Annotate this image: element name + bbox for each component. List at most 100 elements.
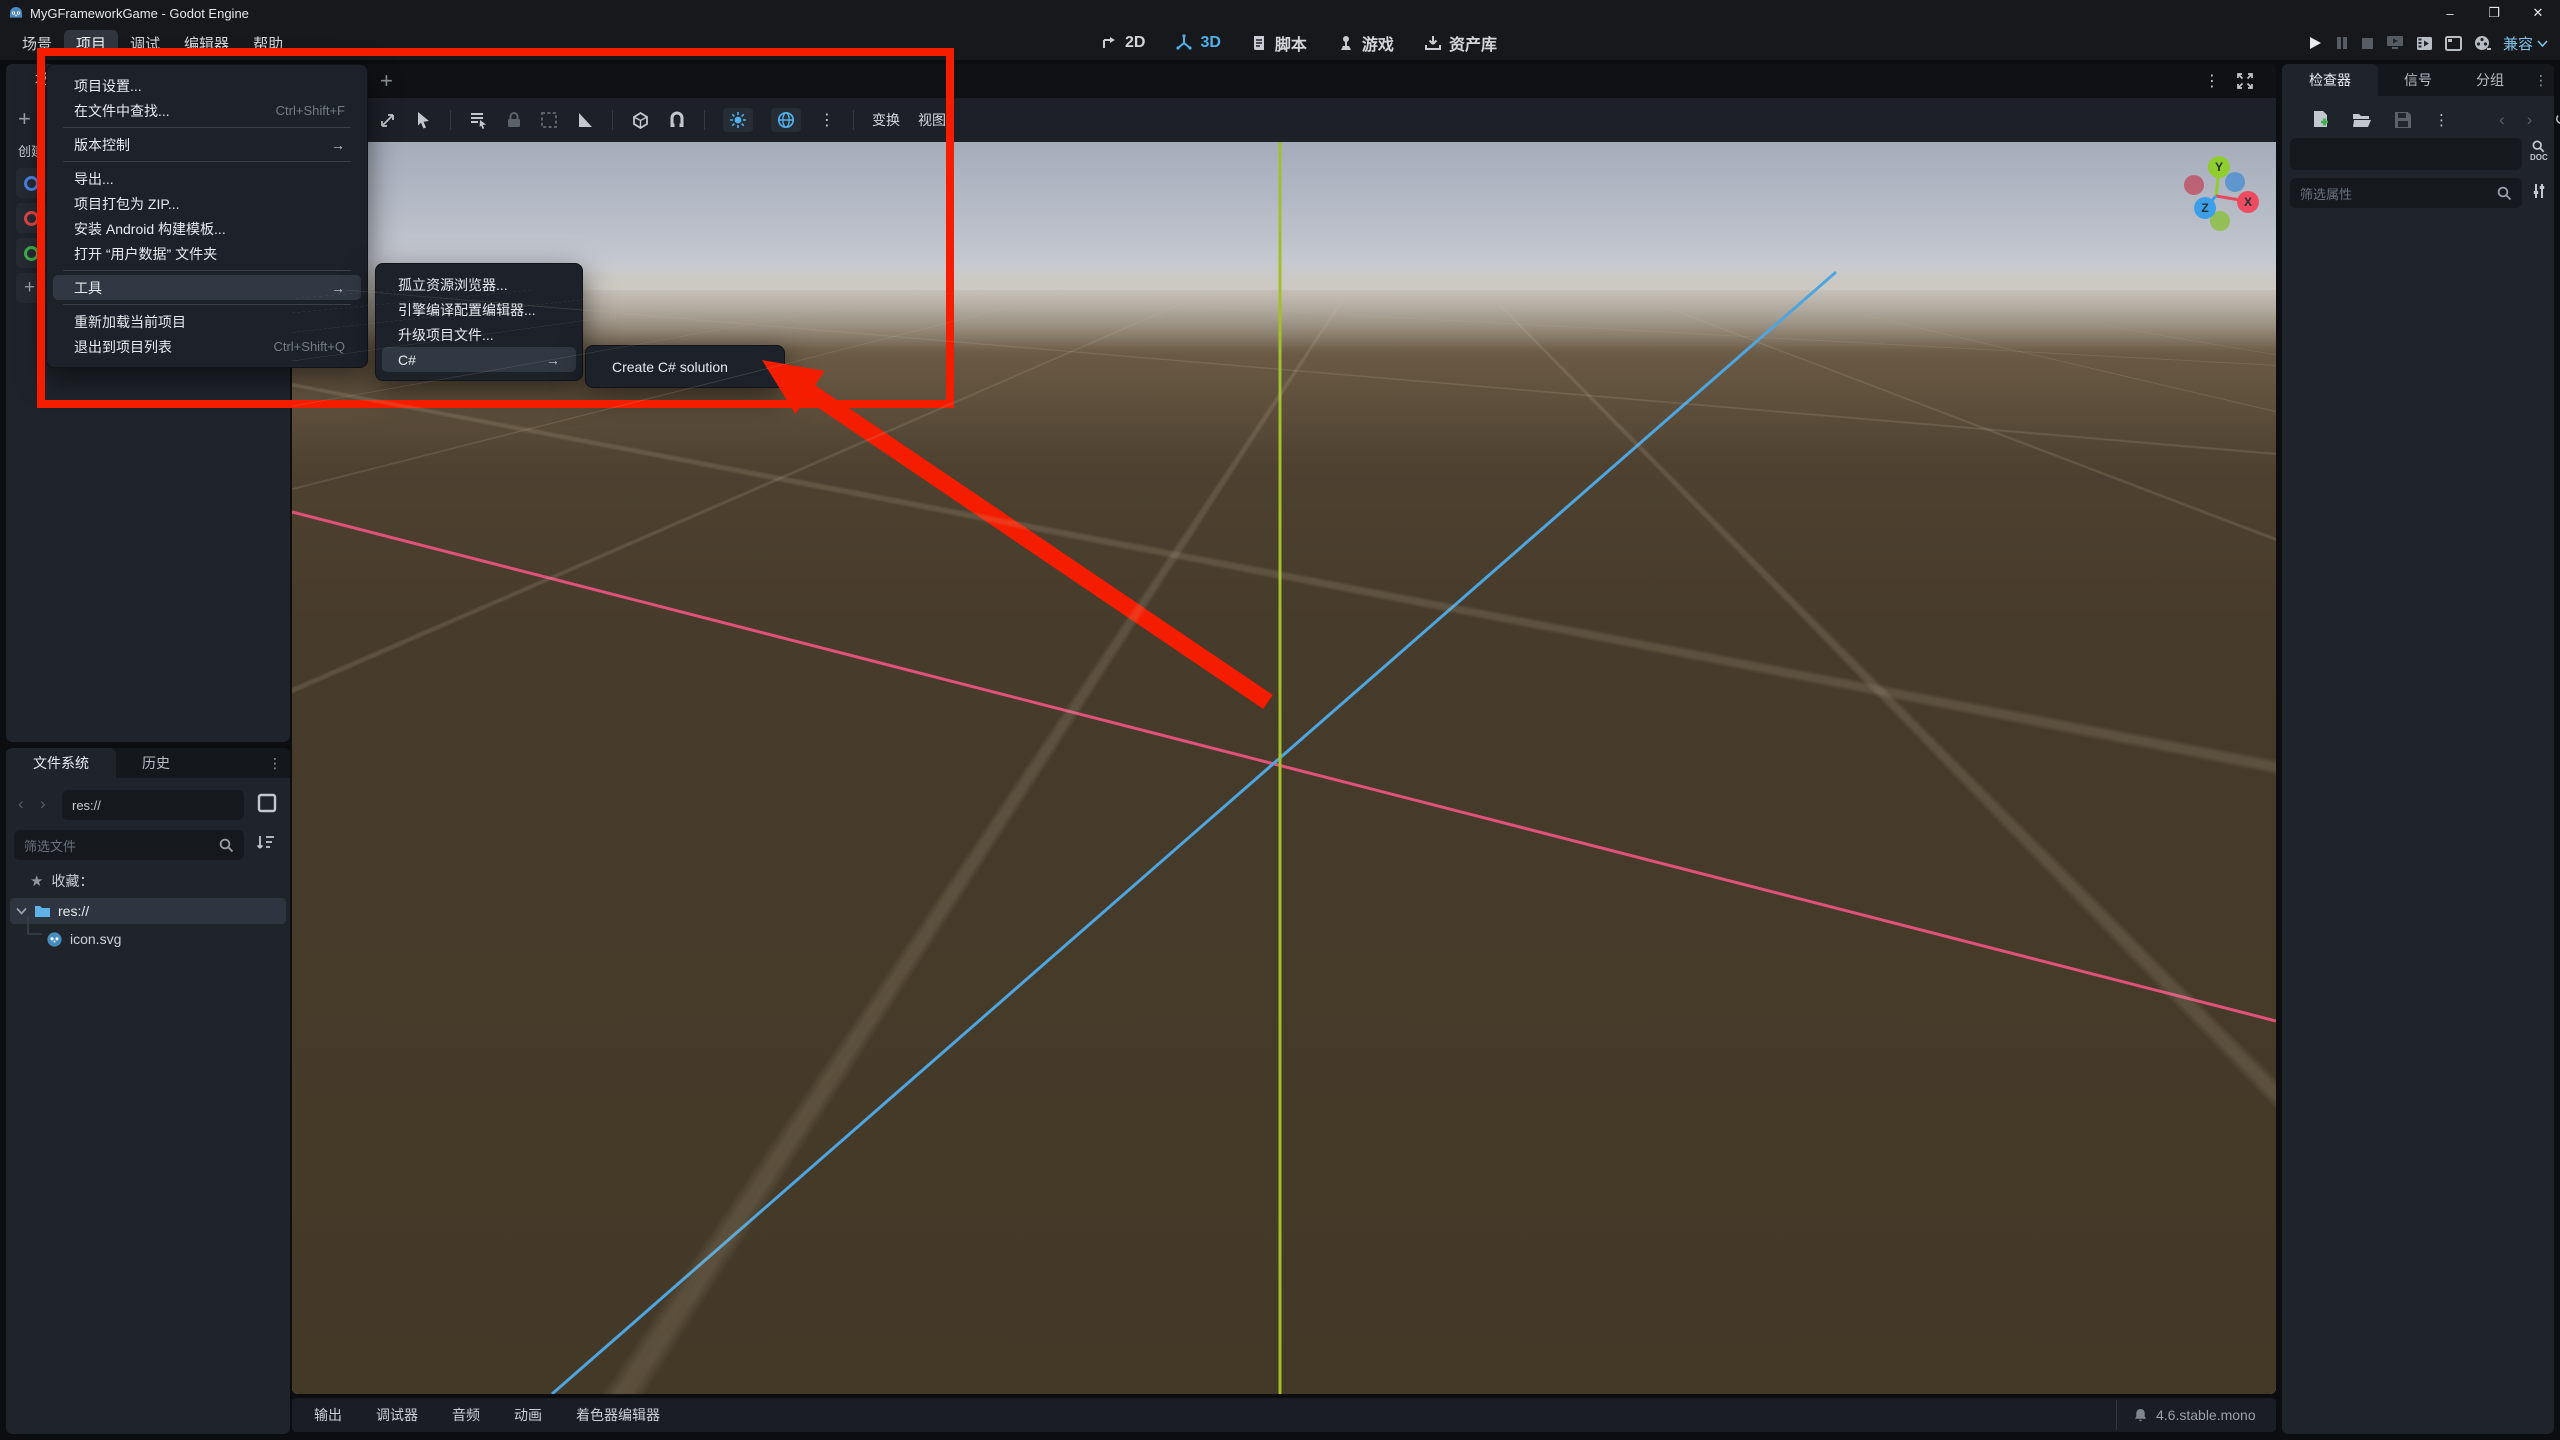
- property-tools-icon[interactable]: [2530, 182, 2548, 200]
- movie-frame-button[interactable]: [2444, 35, 2462, 51]
- neg-x-ball[interactable]: [2184, 175, 2204, 195]
- tab-2d[interactable]: 2D: [1100, 34, 1145, 52]
- filter-files-input[interactable]: 筛选文件: [14, 830, 244, 860]
- menubar-item[interactable]: 编辑器: [172, 30, 241, 56]
- history-back-icon[interactable]: ‹: [2499, 110, 2505, 130]
- dock-options-icon[interactable]: ⋮: [266, 748, 284, 778]
- notification-bell-icon[interactable]: [2133, 1408, 2148, 1423]
- nav-forward-icon[interactable]: ›: [40, 794, 46, 814]
- history-forward-icon[interactable]: ›: [2527, 110, 2533, 130]
- tab-history[interactable]: 历史: [124, 748, 188, 778]
- tab-signals[interactable]: 信号: [2386, 64, 2450, 96]
- bottom-panel-button[interactable]: 动画: [514, 1405, 542, 1425]
- tab-assetlib[interactable]: 资产库: [1424, 31, 1497, 55]
- lock-icon[interactable]: [506, 111, 522, 129]
- tools-submenu-item[interactable]: 升级项目文件... →: [382, 322, 576, 347]
- project-menu-item[interactable]: 退出到项目列表 Ctrl+Shift+Q →: [53, 334, 361, 359]
- tab-script[interactable]: 脚本: [1251, 31, 1307, 55]
- filter-properties-input[interactable]: 筛选属性: [2290, 178, 2522, 208]
- submenu-arrow-icon: →: [546, 351, 560, 368]
- save-icon[interactable]: [2394, 111, 2412, 129]
- neg-z-ball[interactable]: [2225, 172, 2245, 192]
- project-menu-item[interactable]: 在文件中查找... Ctrl+Shift+F →: [53, 98, 361, 123]
- project-menu-item[interactable]: 项目打包为 ZIP... →: [53, 191, 361, 216]
- bottom-panel-button[interactable]: 调试器: [376, 1405, 418, 1425]
- movie-reel-button[interactable]: [2474, 35, 2491, 52]
- project-menu-item[interactable]: 工具 →: [53, 275, 361, 300]
- resource-options-icon[interactable]: ⋮: [2434, 111, 2449, 129]
- select-mode-icon[interactable]: [415, 111, 432, 129]
- fullscreen-icon[interactable]: [2236, 72, 2254, 90]
- path-field[interactable]: res://: [62, 790, 244, 820]
- viewport-options-icon[interactable]: ⋮: [2204, 71, 2220, 91]
- renderer-select[interactable]: 兼容: [2503, 33, 2548, 54]
- menubar-item[interactable]: 项目: [64, 30, 119, 56]
- scene-tab-strip: + ⋮: [292, 64, 2276, 98]
- object-history-icon[interactable]: ↺: [2554, 110, 2560, 130]
- project-menu-item[interactable]: 版本控制 →: [53, 132, 361, 157]
- bottom-panel-button[interactable]: 输出: [314, 1405, 342, 1425]
- tree-row-res-root[interactable]: res://: [10, 898, 286, 924]
- node-name-bar[interactable]: [2290, 138, 2522, 170]
- snap-object-icon[interactable]: [631, 111, 650, 130]
- preview-environment-toggle[interactable]: [771, 108, 801, 132]
- tab-game[interactable]: 游戏: [1337, 31, 1394, 55]
- menubar-item[interactable]: 场景: [10, 30, 64, 56]
- z-axis-line: [551, 270, 1837, 1394]
- tab-3d[interactable]: 3D: [1175, 34, 1221, 52]
- project-menu: 项目设置... → 在文件中查找... Ctrl+Shift+F → → 版本控…: [46, 64, 368, 368]
- add-node-icon[interactable]: +: [18, 106, 31, 132]
- transform-menu[interactable]: 变换: [872, 110, 900, 130]
- csharp-submenu: Create C# solution: [585, 345, 785, 388]
- remote-debug-button[interactable]: [2386, 35, 2404, 51]
- doc-search-icon[interactable]: DOC: [2530, 140, 2548, 162]
- load-resource-icon[interactable]: [2352, 112, 2372, 128]
- tools-submenu-item[interactable]: 孤立资源浏览器... →: [382, 272, 576, 297]
- viewport-3d[interactable]: Y X Z: [292, 142, 2276, 1394]
- tab-filesystem[interactable]: 文件系统: [6, 748, 116, 778]
- close-button[interactable]: ✕: [2516, 0, 2560, 26]
- tab-inspector[interactable]: 检查器: [2282, 64, 2378, 96]
- scale-mode-icon[interactable]: [378, 111, 397, 130]
- new-resource-icon[interactable]: [2312, 110, 2330, 130]
- view-menu[interactable]: 视图: [918, 110, 946, 130]
- extra-options-icon[interactable]: ⋮: [819, 110, 835, 130]
- bottom-panel-button[interactable]: 着色器编辑器: [576, 1405, 660, 1425]
- group-icon[interactable]: [540, 111, 558, 129]
- magnet-icon[interactable]: [668, 111, 686, 129]
- nav-back-icon[interactable]: ‹: [18, 794, 24, 814]
- ruler-icon[interactable]: [576, 111, 594, 129]
- inspector-dock: 检查器 信号 分组 ⋮ ⋮ ‹ › ↺ DOC 筛选属性: [2282, 64, 2560, 1434]
- menubar-item[interactable]: 帮助: [241, 30, 295, 56]
- project-menu-item[interactable]: →: [63, 127, 351, 128]
- menubar-item[interactable]: 调试: [118, 30, 172, 56]
- add-scene-tab-icon[interactable]: +: [380, 68, 393, 94]
- project-menu-item[interactable]: 导出... →: [53, 166, 361, 191]
- tools-submenu-item[interactable]: C# →: [382, 347, 576, 372]
- csharp-submenu-item[interactable]: Create C# solution: [592, 354, 778, 379]
- view-axis-gizmo[interactable]: Y X Z: [2172, 150, 2272, 245]
- tab-groups[interactable]: 分组: [2458, 64, 2522, 96]
- minimize-button[interactable]: –: [2428, 0, 2472, 26]
- bottom-panel-button[interactable]: 音频: [452, 1405, 480, 1425]
- tree-row-icon-svg[interactable]: icon.svg: [10, 916, 286, 952]
- sort-files-icon[interactable]: [256, 832, 276, 852]
- project-menu-item[interactable]: 项目设置... →: [53, 73, 361, 98]
- pause-button[interactable]: [2335, 36, 2349, 50]
- project-menu-item[interactable]: →: [63, 270, 351, 271]
- project-menu-item[interactable]: →: [63, 304, 351, 305]
- preview-sunlight-toggle[interactable]: [723, 108, 753, 132]
- split-view-icon[interactable]: [256, 792, 278, 814]
- maximize-button[interactable]: ❐: [2472, 0, 2516, 26]
- movie-play-button[interactable]: [2416, 36, 2433, 51]
- dock-options-icon[interactable]: ⋮: [2532, 64, 2550, 96]
- list-select-icon[interactable]: [469, 111, 488, 130]
- run-bar: 兼容: [2307, 26, 2556, 60]
- project-menu-item[interactable]: →: [63, 161, 351, 162]
- project-menu-item[interactable]: 重新加载当前项目 →: [53, 309, 361, 334]
- project-menu-item[interactable]: 安装 Android 构建模板... →: [53, 216, 361, 241]
- stop-button[interactable]: [2361, 37, 2374, 50]
- play-button[interactable]: [2307, 35, 2323, 51]
- project-menu-item[interactable]: 打开 “用户数据” 文件夹 →: [53, 241, 361, 266]
- tools-submenu-item[interactable]: 引擎编译配置编辑器... →: [382, 297, 576, 322]
